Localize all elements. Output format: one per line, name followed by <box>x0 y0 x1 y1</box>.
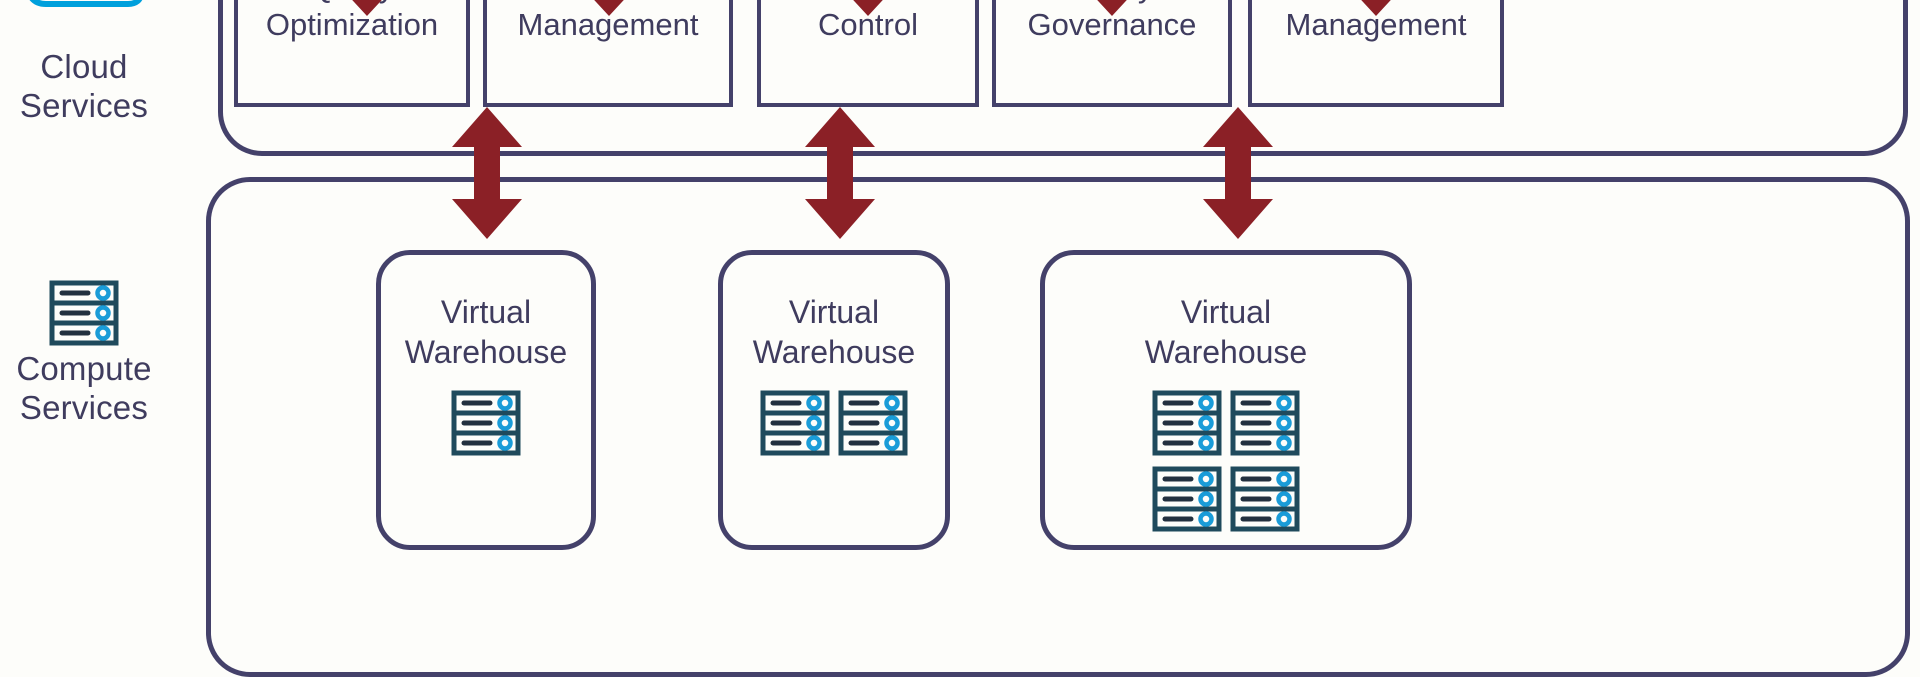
virtual-warehouse-line1: Virtual <box>1180 294 1272 330</box>
server-rack-icon <box>0 278 184 348</box>
server-rack-icon <box>1152 390 1222 456</box>
down-arrow-metadata-management <box>1339 0 1413 21</box>
server-rack-icon <box>760 390 830 456</box>
virtual-warehouse-label: Virtual Warehouse <box>1145 293 1307 372</box>
bidirectional-arrow-2 <box>805 107 875 244</box>
virtual-warehouse-line2: Warehouse <box>752 333 916 370</box>
server-rack-icon <box>1230 390 1300 456</box>
down-arrow-query-optimization <box>330 0 404 21</box>
virtual-warehouse-line2: Warehouse <box>404 333 568 370</box>
server-rack-icon <box>1230 466 1300 532</box>
virtual-warehouse-line1: Virtual <box>788 294 880 330</box>
virtual-warehouse-card-3[interactable]: Virtual Warehouse <box>1040 250 1412 550</box>
down-arrow-transaction-control <box>831 0 905 21</box>
rail-label-compute-line2: Services <box>19 388 149 426</box>
virtual-warehouse-server-group <box>1131 388 1321 534</box>
virtual-warehouse-label: Virtual Warehouse <box>405 293 567 372</box>
rail-label-cloud-line2: Services <box>19 86 149 124</box>
bidirectional-arrow-3 <box>1203 107 1273 244</box>
server-rack-icon <box>838 390 908 456</box>
virtual-warehouse-server-group <box>739 388 929 458</box>
rail-label-compute-line1: Compute <box>16 350 152 387</box>
virtual-warehouse-line2: Warehouse <box>1144 333 1308 370</box>
rail-label-cloud-line1: Cloud <box>40 48 128 85</box>
server-rack-icon <box>451 390 521 456</box>
server-rack-icon <box>1152 466 1222 532</box>
virtual-warehouse-card-2[interactable]: Virtual Warehouse <box>718 250 950 550</box>
rail-label-compute-services: Compute Services <box>0 350 184 428</box>
virtual-warehouse-card-1[interactable]: Virtual Warehouse <box>376 250 596 550</box>
virtual-warehouse-server-group <box>441 388 531 458</box>
virtual-warehouse-label: Virtual Warehouse <box>753 293 915 372</box>
architecture-diagram: Cloud Services Compute Services Query Op… <box>0 0 1920 677</box>
down-arrow-hardware-management <box>572 0 646 21</box>
cloud-icon <box>0 0 184 12</box>
virtual-warehouse-line1: Virtual <box>440 294 532 330</box>
bidirectional-arrow-1 <box>452 107 522 244</box>
down-arrow-security-governance <box>1075 0 1149 21</box>
rail-label-cloud-services: Cloud Services <box>0 48 184 126</box>
